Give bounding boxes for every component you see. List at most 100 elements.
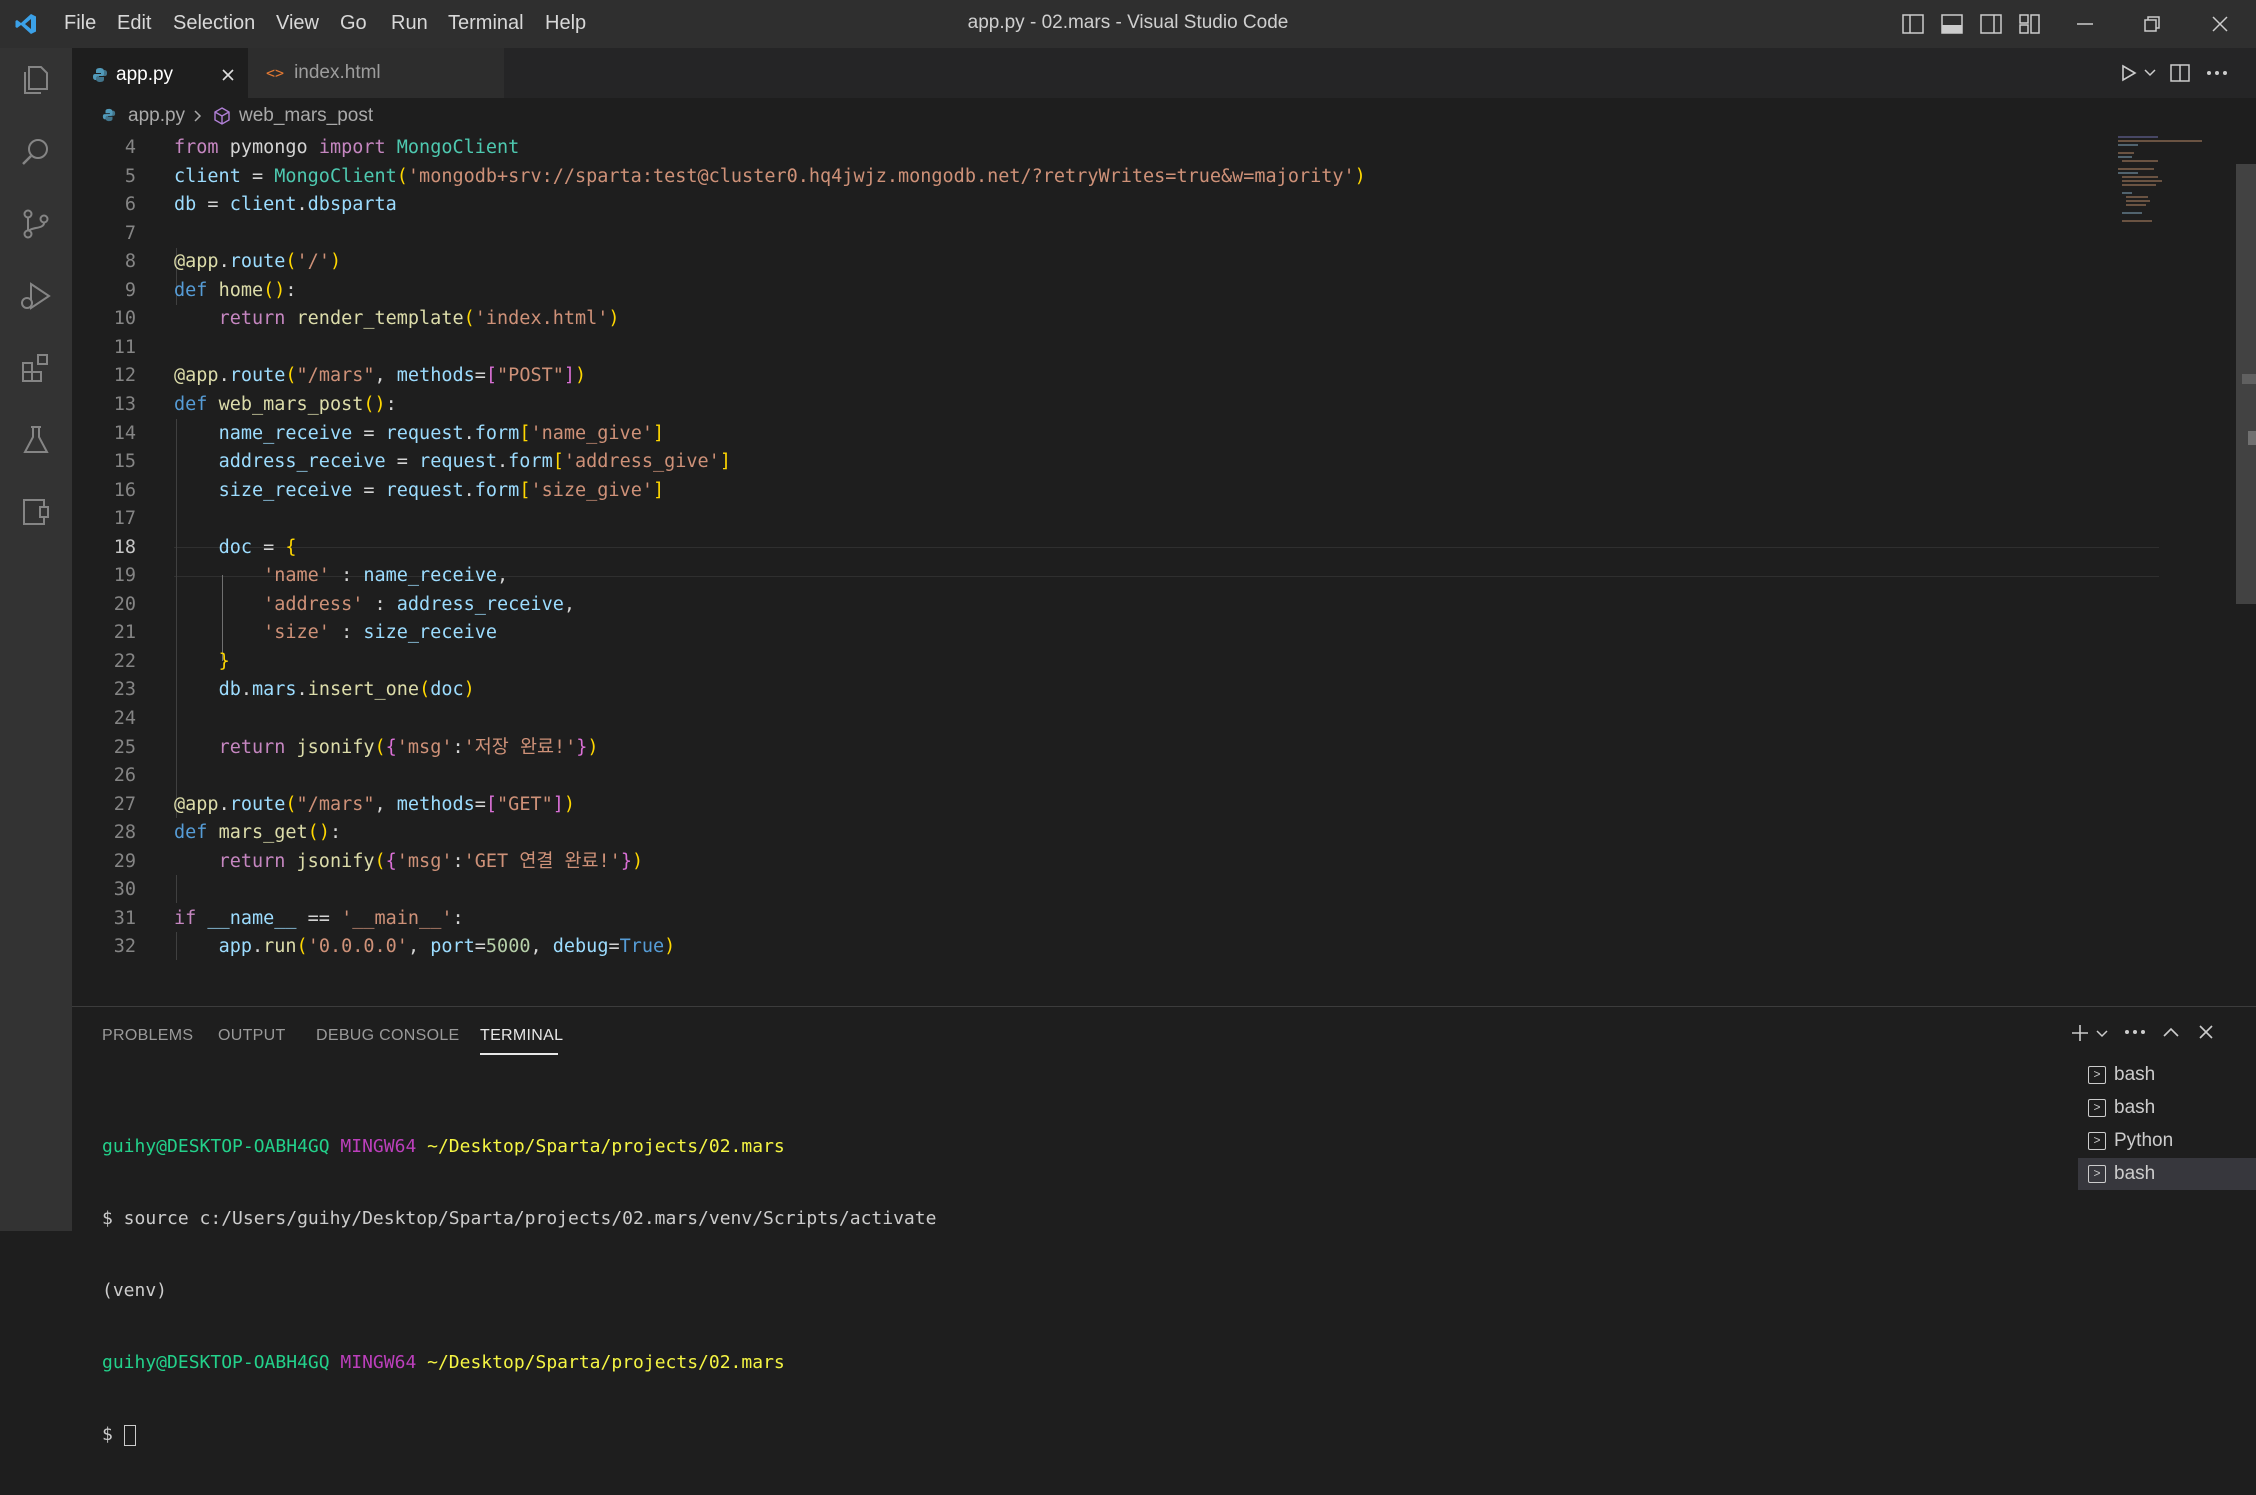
toggle-primary-sidebar-icon[interactable] (1902, 14, 1924, 34)
code-text: from pymongo import MongoClient (174, 137, 520, 158)
maximize-panel-icon[interactable] (2162, 1025, 2180, 1039)
close-window-icon[interactable] (2210, 14, 2230, 34)
panel-tab-output[interactable]: OUTPUT (218, 1027, 286, 1045)
line-number: 22 (113, 650, 136, 672)
title-bar: File Edit Selection View Go Run Terminal… (0, 0, 2256, 48)
code-line[interactable]: 32 app.run('0.0.0.0', port=5000, debug=T… (72, 933, 2112, 962)
tab-index-html[interactable]: <> index.html (248, 48, 504, 98)
line-number: 23 (113, 679, 136, 701)
overview-ruler-marker (2242, 374, 2256, 384)
line-number: 28 (113, 822, 136, 844)
breadcrumb-symbol[interactable]: web_mars_post (239, 105, 373, 127)
terminal-list-item[interactable]: > bash (2078, 1059, 2256, 1091)
code-line[interactable]: 30 (72, 876, 2112, 905)
new-terminal-icon[interactable] (2070, 1023, 2090, 1043)
panel-tab-debug-console[interactable]: DEBUG CONSOLE (316, 1027, 460, 1045)
chevron-right-icon (194, 110, 202, 122)
run-python-file-icon[interactable] (2120, 64, 2138, 82)
code-text: @app.route('/') (174, 251, 342, 273)
toggle-secondary-sidebar-icon[interactable] (1980, 14, 2002, 34)
line-number: 13 (113, 393, 136, 415)
code-editor[interactable]: 4 from pymongo import MongoClient 5 client … (72, 134, 2256, 1006)
chevron-down-icon[interactable] (2144, 68, 2156, 78)
code-line[interactable]: 15 address_receive = request.form['addre… (72, 448, 2112, 477)
more-actions-icon[interactable] (2206, 70, 2228, 76)
terminal-prompt-line: guihy@DESKTOP-OABH4GQ MINGW64 ~/Desktop/… (102, 1352, 785, 1373)
code-line[interactable]: 25 return jsonify({'msg':'저장 완료!'}) (72, 734, 2112, 763)
code-text: @app.route("/mars", methods=["GET"]) (174, 793, 576, 815)
code-line[interactable]: 21 'size' : size_receive (72, 619, 2112, 648)
terminal-list-item[interactable]: > Python (2078, 1125, 2256, 1157)
line-number: 31 (113, 907, 136, 929)
terminal-output[interactable]: guihy@DESKTOP-OABH4GQ MINGW64 ~/Desktop/… (102, 1087, 936, 1495)
line-number: 26 (113, 765, 136, 787)
code-line[interactable]: 31 if __name__ == '__main__': (72, 905, 2112, 934)
python-file-icon (102, 108, 116, 122)
code-line[interactable]: 17 (72, 505, 2112, 534)
code-text: def mars_get(): (174, 822, 342, 844)
code-line[interactable]: 23 db.mars.insert_one(doc) (72, 676, 2112, 705)
code-line[interactable]: 20 'address' : address_receive, (72, 591, 2112, 620)
overview-ruler-marker (2248, 431, 2256, 445)
code-line[interactable]: 5 client = MongoClient('mongodb+srv://spa… (72, 163, 2112, 192)
breadcrumb-file[interactable]: app.py (128, 105, 185, 127)
line-number: 4 (124, 137, 136, 158)
code-line[interactable]: 19 'name' : name_receive, (72, 562, 2112, 591)
remote-explorer-icon[interactable] (18, 494, 54, 530)
code-line[interactable]: 22 } (72, 648, 2112, 677)
split-editor-icon[interactable] (2170, 63, 2190, 83)
close-tab-icon[interactable] (220, 67, 236, 83)
code-line[interactable]: 29 return jsonify({'msg':'GET 연결 완료!'}) (72, 848, 2112, 877)
tab-label: app.py (116, 64, 174, 85)
editor-scrollbar-thumb[interactable] (2236, 164, 2256, 604)
code-line[interactable]: 4 from pymongo import MongoClient (72, 134, 2112, 163)
search-icon[interactable] (18, 134, 54, 170)
testing-icon[interactable] (18, 422, 54, 458)
restore-icon[interactable] (2142, 14, 2162, 34)
code-text: app.run('0.0.0.0', port=5000, debug=True… (218, 936, 676, 958)
source-control-icon[interactable] (18, 206, 54, 242)
more-actions-icon[interactable] (2124, 1029, 2146, 1035)
customize-layout-icon[interactable] (2019, 14, 2041, 34)
code-text: 'size' : size_receive (263, 622, 498, 644)
code-text: doc = { (218, 536, 297, 558)
line-number: 19 (113, 565, 136, 587)
toggle-panel-icon[interactable] (1941, 14, 1963, 34)
code-line[interactable]: 7 (72, 220, 2112, 249)
code-line[interactable]: 6 db = client.dbsparta (72, 191, 2112, 220)
code-text: def web_mars_post(): (174, 393, 397, 415)
line-number: 14 (113, 422, 136, 444)
code-line[interactable]: 27 @app.route("/mars", methods=["GET"]) (72, 791, 2112, 820)
code-line[interactable]: 12 @app.route("/mars", methods=["POST"]) (72, 362, 2112, 391)
close-panel-icon[interactable] (2198, 1024, 2214, 1040)
terminal-input-line[interactable]: $ (102, 1423, 936, 1447)
explorer-icon[interactable] (18, 62, 54, 98)
code-line[interactable]: 8 @app.route('/') (72, 248, 2112, 277)
line-number: 17 (113, 508, 136, 530)
code-line[interactable]: 10 return render_template('index.html') (72, 305, 2112, 334)
code-line[interactable]: 26 (72, 762, 2112, 791)
code-line[interactable]: 9 def home(): (72, 277, 2112, 306)
chevron-down-icon[interactable] (2096, 1029, 2108, 1039)
terminal-list-item[interactable]: > bash (2078, 1092, 2256, 1124)
code-line[interactable]: 16 size_receive = request.form['size_giv… (72, 477, 2112, 506)
tab-app-py[interactable]: app.py (72, 48, 248, 100)
code-line[interactable]: 14 name_receive = request.form['name_giv… (72, 420, 2112, 449)
minimize-icon[interactable] (2075, 14, 2095, 34)
code-line[interactable]: 13 def web_mars_post(): (72, 391, 2112, 420)
line-number: 32 (113, 936, 136, 958)
editor-tab-bar: app.py <> index.html (72, 48, 2256, 100)
code-text: } (218, 650, 230, 672)
panel-tab-problems[interactable]: PROBLEMS (102, 1027, 193, 1045)
minimap[interactable] (2118, 134, 2204, 224)
code-line[interactable]: 11 (72, 334, 2112, 363)
code-line[interactable]: 18 doc = { (72, 534, 2112, 563)
code-line[interactable]: 28 def mars_get(): (72, 819, 2112, 848)
extensions-icon[interactable] (18, 350, 54, 386)
terminal-list-item-active[interactable]: > bash (2078, 1158, 2256, 1190)
terminal-icon: > (2088, 1165, 2106, 1183)
panel-tab-terminal[interactable]: TERMINAL (480, 1027, 563, 1045)
code-line[interactable]: 24 (72, 705, 2112, 734)
code-text: 'name' : name_receive, (263, 565, 509, 587)
run-debug-icon[interactable] (18, 278, 54, 314)
